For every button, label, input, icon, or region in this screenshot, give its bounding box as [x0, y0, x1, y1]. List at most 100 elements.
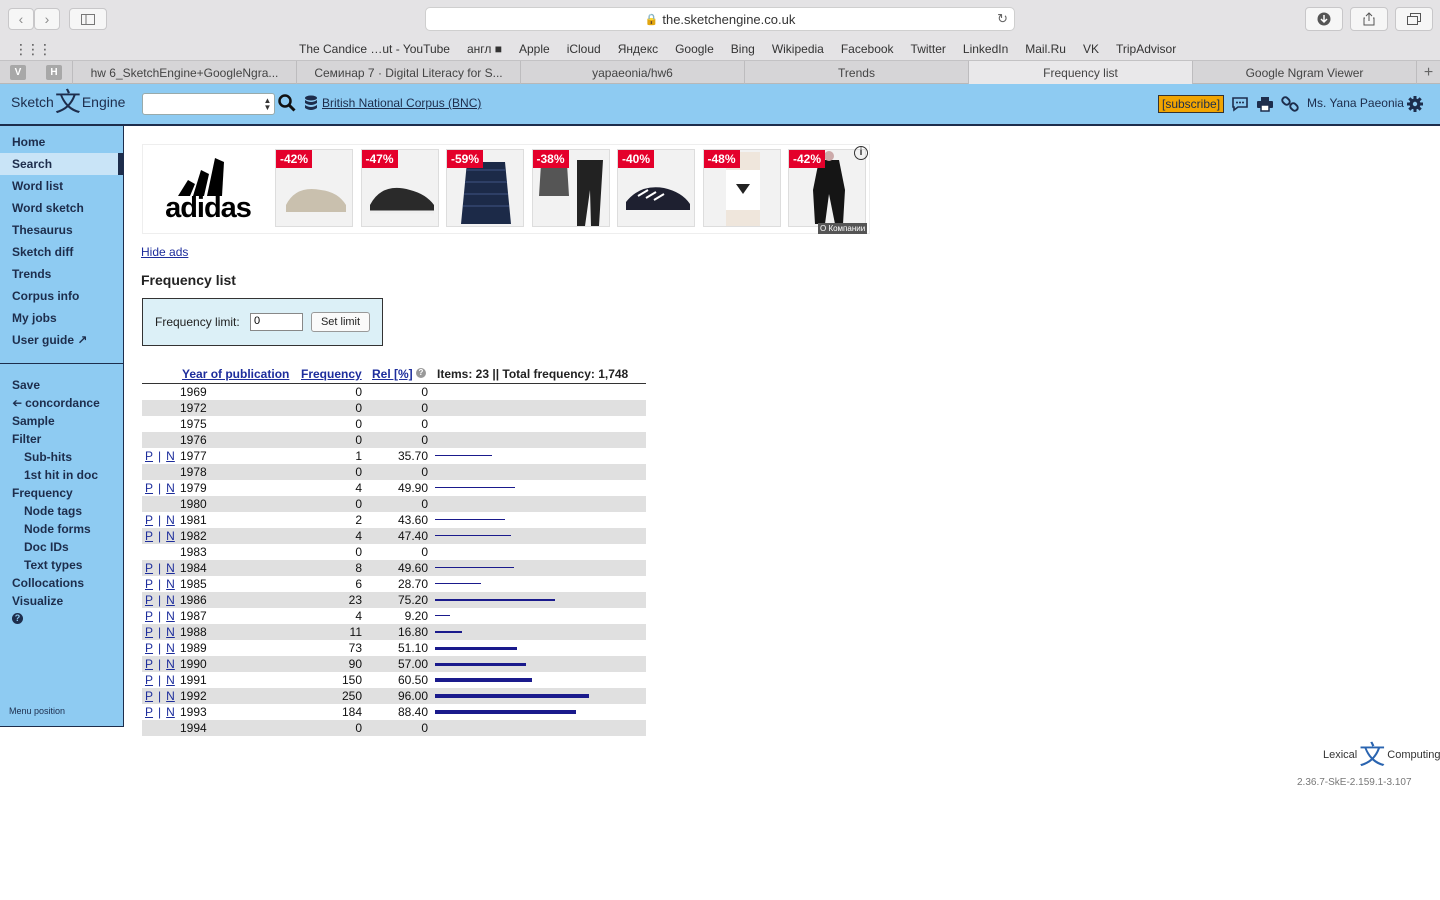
browser-tab[interactable]: Google Ngram Viewer [1192, 61, 1416, 84]
sidebar-tool-doc-ids[interactable]: Doc IDs [0, 538, 123, 556]
pinned-tab[interactable]: V [10, 65, 26, 80]
ad-product[interactable]: -38% [531, 149, 610, 227]
ad-company-label[interactable]: О Компании [818, 223, 868, 234]
sidebar-item-search[interactable]: Search [0, 153, 123, 175]
share-button[interactable] [1350, 7, 1388, 31]
adidas-logo[interactable]: adidas [143, 145, 273, 235]
sidebar-item-user-guide[interactable]: User guide ↗ [0, 329, 123, 351]
help-icon[interactable]: ? [416, 368, 426, 378]
bookmark-item[interactable]: TripAdvisor [1116, 42, 1176, 56]
menu-position-link[interactable]: Menu position [9, 706, 65, 716]
chat-icon[interactable] [1231, 95, 1249, 113]
back-button[interactable]: ‹ [8, 8, 34, 30]
bookmark-item[interactable]: Wikipedia [772, 42, 824, 56]
sidebar-help-icon[interactable]: ? [0, 610, 123, 628]
sidebar-tool-text-types[interactable]: Text types [0, 556, 123, 574]
bookmark-item[interactable]: Яндекс [618, 42, 658, 56]
sidebar-item-trends[interactable]: Trends [0, 263, 123, 285]
positive-filter-link[interactable]: P [145, 513, 153, 527]
sidebar-item-word-sketch[interactable]: Word sketch [0, 197, 123, 219]
address-bar[interactable]: 🔒 the.sketchengine.co.uk ↻ [425, 7, 1015, 31]
negative-filter-link[interactable]: N [166, 481, 175, 495]
ad-info-icon[interactable]: i [854, 146, 868, 160]
negative-filter-link[interactable]: N [166, 529, 175, 543]
bookmark-item[interactable]: Apple [519, 42, 550, 56]
sidebar-tool-save[interactable]: Save [0, 376, 123, 394]
positive-filter-link[interactable]: P [145, 481, 153, 495]
col-header-rel[interactable]: Rel [%] [372, 367, 413, 381]
browser-tab[interactable]: yapaeonia/hw6 [520, 61, 744, 84]
ad-product[interactable]: -42% [788, 149, 866, 227]
col-header-year[interactable]: Year of publication [182, 367, 289, 381]
subscribe-button[interactable]: [subscribe] [1158, 95, 1225, 113]
sidebar-item-thesaurus[interactable]: Thesaurus [0, 219, 123, 241]
user-name[interactable]: Ms. Yana Paeonia [1307, 96, 1404, 110]
negative-filter-link[interactable]: N [166, 561, 175, 575]
sidebar-tool-node-tags[interactable]: Node tags [0, 502, 123, 520]
positive-filter-link[interactable]: P [145, 689, 153, 703]
bookmark-item[interactable]: Facebook [841, 42, 894, 56]
pinned-tab[interactable]: H [46, 65, 62, 80]
browser-tab[interactable]: Семинар 7 · Digital Literacy for S... [296, 61, 520, 84]
bookmark-item[interactable]: The Candice …ut - YouTube [299, 42, 450, 56]
ad-product[interactable]: -42% [275, 149, 353, 227]
sidebar-item-corpus-info[interactable]: Corpus info [0, 285, 123, 307]
bookmark-item[interactable]: LinkedIn [963, 42, 1008, 56]
sidebar-tool-sub-hits[interactable]: Sub-hits [0, 448, 123, 466]
reload-icon[interactable]: ↻ [997, 11, 1008, 27]
sidebar-tool-concordance[interactable]: ➔ concordance [0, 394, 123, 412]
ad-product[interactable]: -47% [360, 149, 439, 227]
apps-grid-icon[interactable]: ⋮⋮⋮ [14, 41, 52, 58]
bookmark-item[interactable]: Twitter [911, 42, 946, 56]
ad-product[interactable]: -48% [702, 149, 781, 227]
sidebar-tool-filter[interactable]: Filter [0, 430, 123, 448]
positive-filter-link[interactable]: P [145, 449, 153, 463]
frequency-limit-input[interactable]: 0 [250, 313, 303, 331]
sidebar-tool-node-forms[interactable]: Node forms [0, 520, 123, 538]
set-limit-button[interactable]: Set limit [311, 312, 370, 332]
bookmark-item[interactable]: VK [1083, 42, 1099, 56]
sidebar-item-my-jobs[interactable]: My jobs [0, 307, 123, 329]
col-header-frequency[interactable]: Frequency [301, 367, 362, 381]
ad-banner[interactable]: adidas -42% -47% -59% -38% -40% -48% -42% i О … [142, 144, 870, 234]
spinner-arrows-icon[interactable]: ▲ ▼ [263, 97, 272, 112]
positive-filter-link[interactable]: P [145, 705, 153, 719]
positive-filter-link[interactable]: P [145, 561, 153, 575]
negative-filter-link[interactable]: N [166, 673, 175, 687]
negative-filter-link[interactable]: N [166, 641, 175, 655]
negative-filter-link[interactable]: N [166, 449, 175, 463]
ad-product[interactable]: -59% [446, 149, 524, 227]
link-icon[interactable] [1281, 95, 1299, 113]
positive-filter-link[interactable]: P [145, 593, 153, 607]
negative-filter-link[interactable]: N [166, 609, 175, 623]
sidebar-tool-collocations[interactable]: Collocations [0, 574, 123, 592]
print-icon[interactable] [1256, 95, 1274, 113]
tabs-overview-button[interactable] [1395, 7, 1433, 31]
new-tab-button[interactable]: + [1416, 61, 1440, 84]
sketch-engine-logo[interactable]: Sketch 文 Engine [11, 89, 125, 115]
sidebar-tool-frequency[interactable]: Frequency [0, 484, 123, 502]
negative-filter-link[interactable]: N [166, 689, 175, 703]
sidebar-item-word-list[interactable]: Word list [0, 175, 123, 197]
sidebar-item-home[interactable]: Home [0, 131, 123, 153]
sidebar-tool-sample[interactable]: Sample [0, 412, 123, 430]
ad-product[interactable]: -40% [617, 149, 695, 227]
search-icon[interactable] [278, 94, 296, 112]
lexical-computing-logo[interactable]: Lexical 文 Computing [1323, 742, 1440, 768]
negative-filter-link[interactable]: N [166, 705, 175, 719]
positive-filter-link[interactable]: P [145, 529, 153, 543]
sidebar-tool-1st-hit-in-doc[interactable]: 1st hit in doc [0, 466, 123, 484]
browser-tab[interactable]: Trends [744, 61, 968, 84]
sidebar-toggle-button[interactable] [69, 8, 107, 30]
bookmark-item[interactable]: Mail.Ru [1025, 42, 1066, 56]
positive-filter-link[interactable]: P [145, 657, 153, 671]
corpus-link[interactable]: British National Corpus (BNC) [322, 96, 481, 110]
quick-search-input[interactable]: ▲ ▼ [142, 93, 275, 115]
positive-filter-link[interactable]: P [145, 641, 153, 655]
negative-filter-link[interactable]: N [166, 657, 175, 671]
settings-gear-icon[interactable] [1406, 95, 1424, 113]
hide-ads-link[interactable]: Hide ads [141, 245, 188, 259]
positive-filter-link[interactable]: P [145, 609, 153, 623]
browser-tab[interactable]: Frequency list [968, 61, 1192, 84]
bookmark-item[interactable]: англ ■ [467, 42, 502, 56]
